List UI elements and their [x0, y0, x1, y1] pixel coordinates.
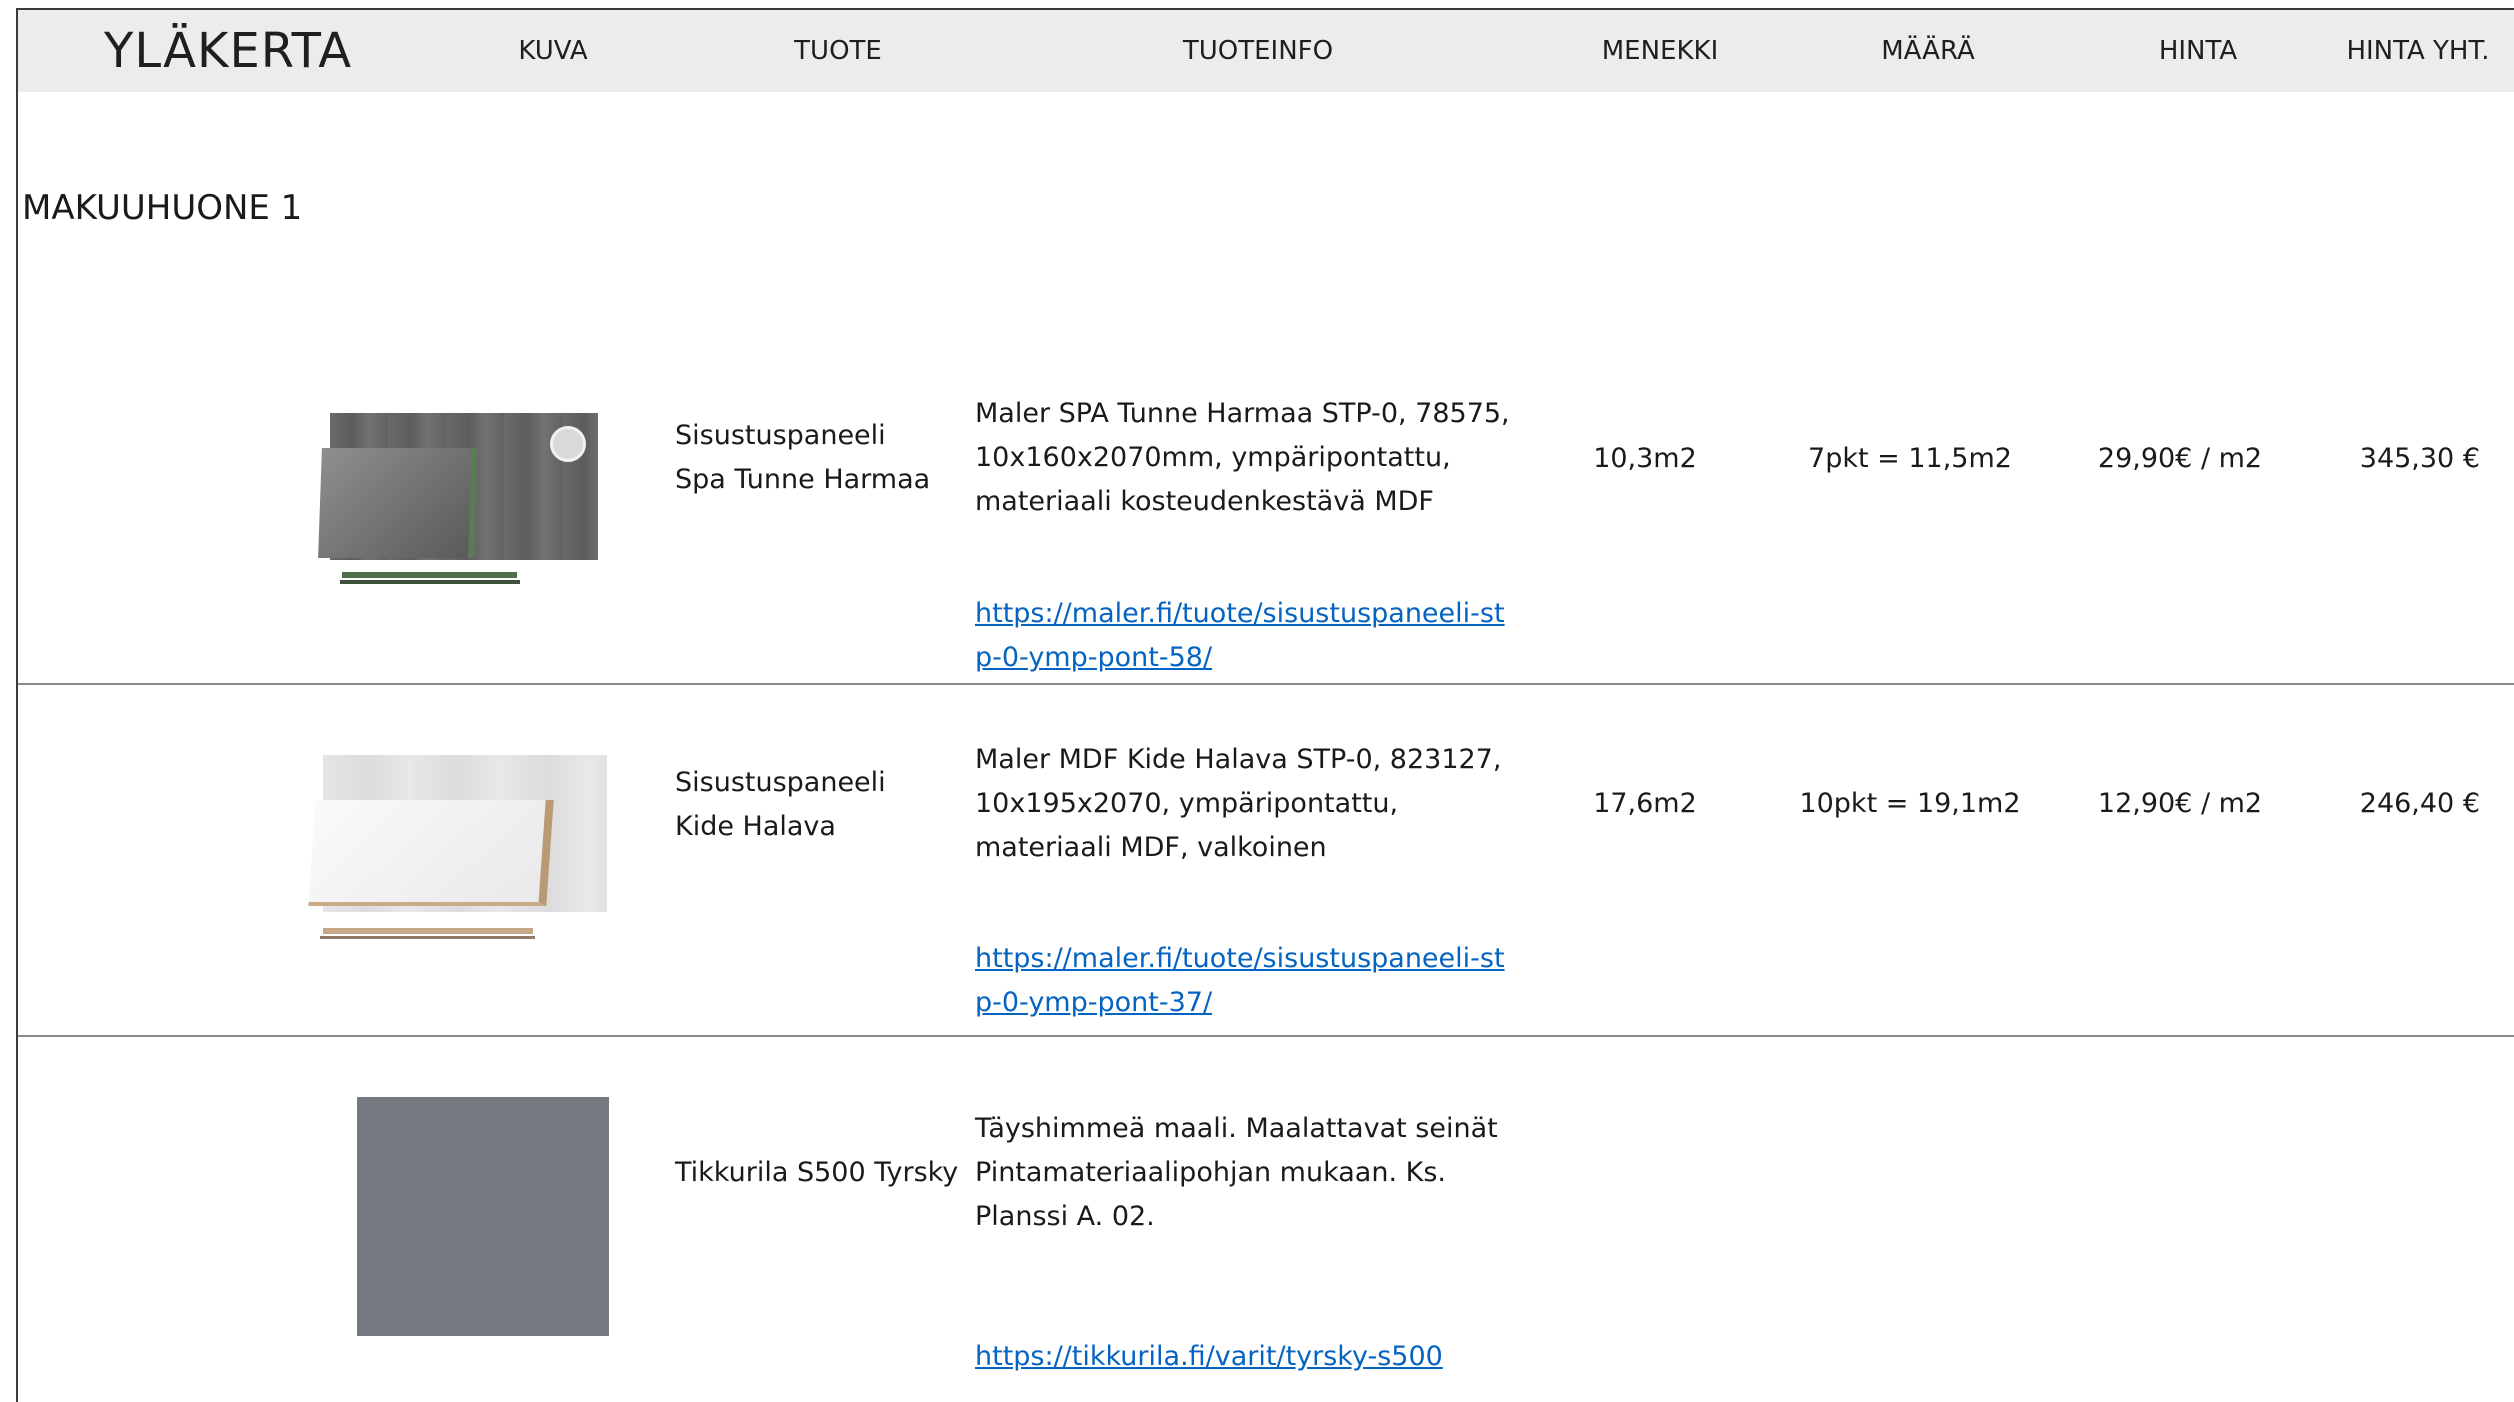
column-header-maara: MÄÄRÄ: [1881, 36, 1975, 66]
row-divider: [18, 683, 2514, 685]
column-header-menekki: MENEKKI: [1601, 36, 1719, 66]
floor-title: YLÄKERTA: [104, 23, 353, 79]
product-name: Sisustuspaneeli Spa Tunne Harmaa: [675, 420, 931, 495]
product-name: Tikkurila S500 Tyrsky: [675, 1157, 959, 1188]
consumption-value: 10,3m2: [1593, 443, 1697, 474]
product-link[interactable]: https://maler.fi/tuote/sisustuspaneeli-s…: [975, 592, 1515, 680]
unit-price-value: 29,90€ / m2: [2097, 443, 2263, 474]
total-price-value: 246,40 €: [2359, 788, 2480, 819]
unit-price-value: 12,90€ / m2: [2097, 788, 2263, 819]
row-divider: [18, 1035, 2514, 1037]
product-link[interactable]: https://maler.fi/tuote/sisustuspaneeli-s…: [975, 937, 1515, 1025]
paint-color-swatch: [357, 1097, 609, 1336]
quantity-value: 7pkt = 11,5m2: [1808, 443, 2012, 474]
column-header-tuote: TUOTE: [794, 36, 882, 66]
quantity-value: 10pkt = 19,1m2: [1799, 788, 2021, 819]
product-info: Täyshimmeä maali. Maalattavat seinät Pin…: [975, 1113, 1498, 1232]
table-border-left: [16, 8, 18, 1402]
total-price-value: 345,30 €: [2359, 443, 2480, 474]
table-header: YLÄKERTA KUVA TUOTE TUOTEINFO MENEKKI MÄ…: [18, 10, 2514, 92]
column-header-tuoteinfo: TUOTEINFO: [1182, 36, 1334, 66]
column-header-hinta: HINTA: [2158, 36, 2238, 66]
room-section-title: MAKUUHUONE 1: [22, 188, 303, 228]
product-info: Maler SPA Tunne Harmaa STP-0, 78575, 10x…: [975, 398, 1510, 517]
consumption-value: 17,6m2: [1593, 788, 1697, 819]
column-header-kuva: KUVA: [518, 36, 588, 66]
product-name: Sisustuspaneeli Kide Halava: [675, 767, 886, 842]
product-link[interactable]: https://tikkurila.fi/varit/tyrsky-s500: [975, 1335, 1515, 1379]
column-header-hinta-yht: HINTA YHT.: [2346, 36, 2490, 66]
product-info: Maler MDF Kide Halava STP-0, 823127, 10x…: [975, 744, 1502, 863]
